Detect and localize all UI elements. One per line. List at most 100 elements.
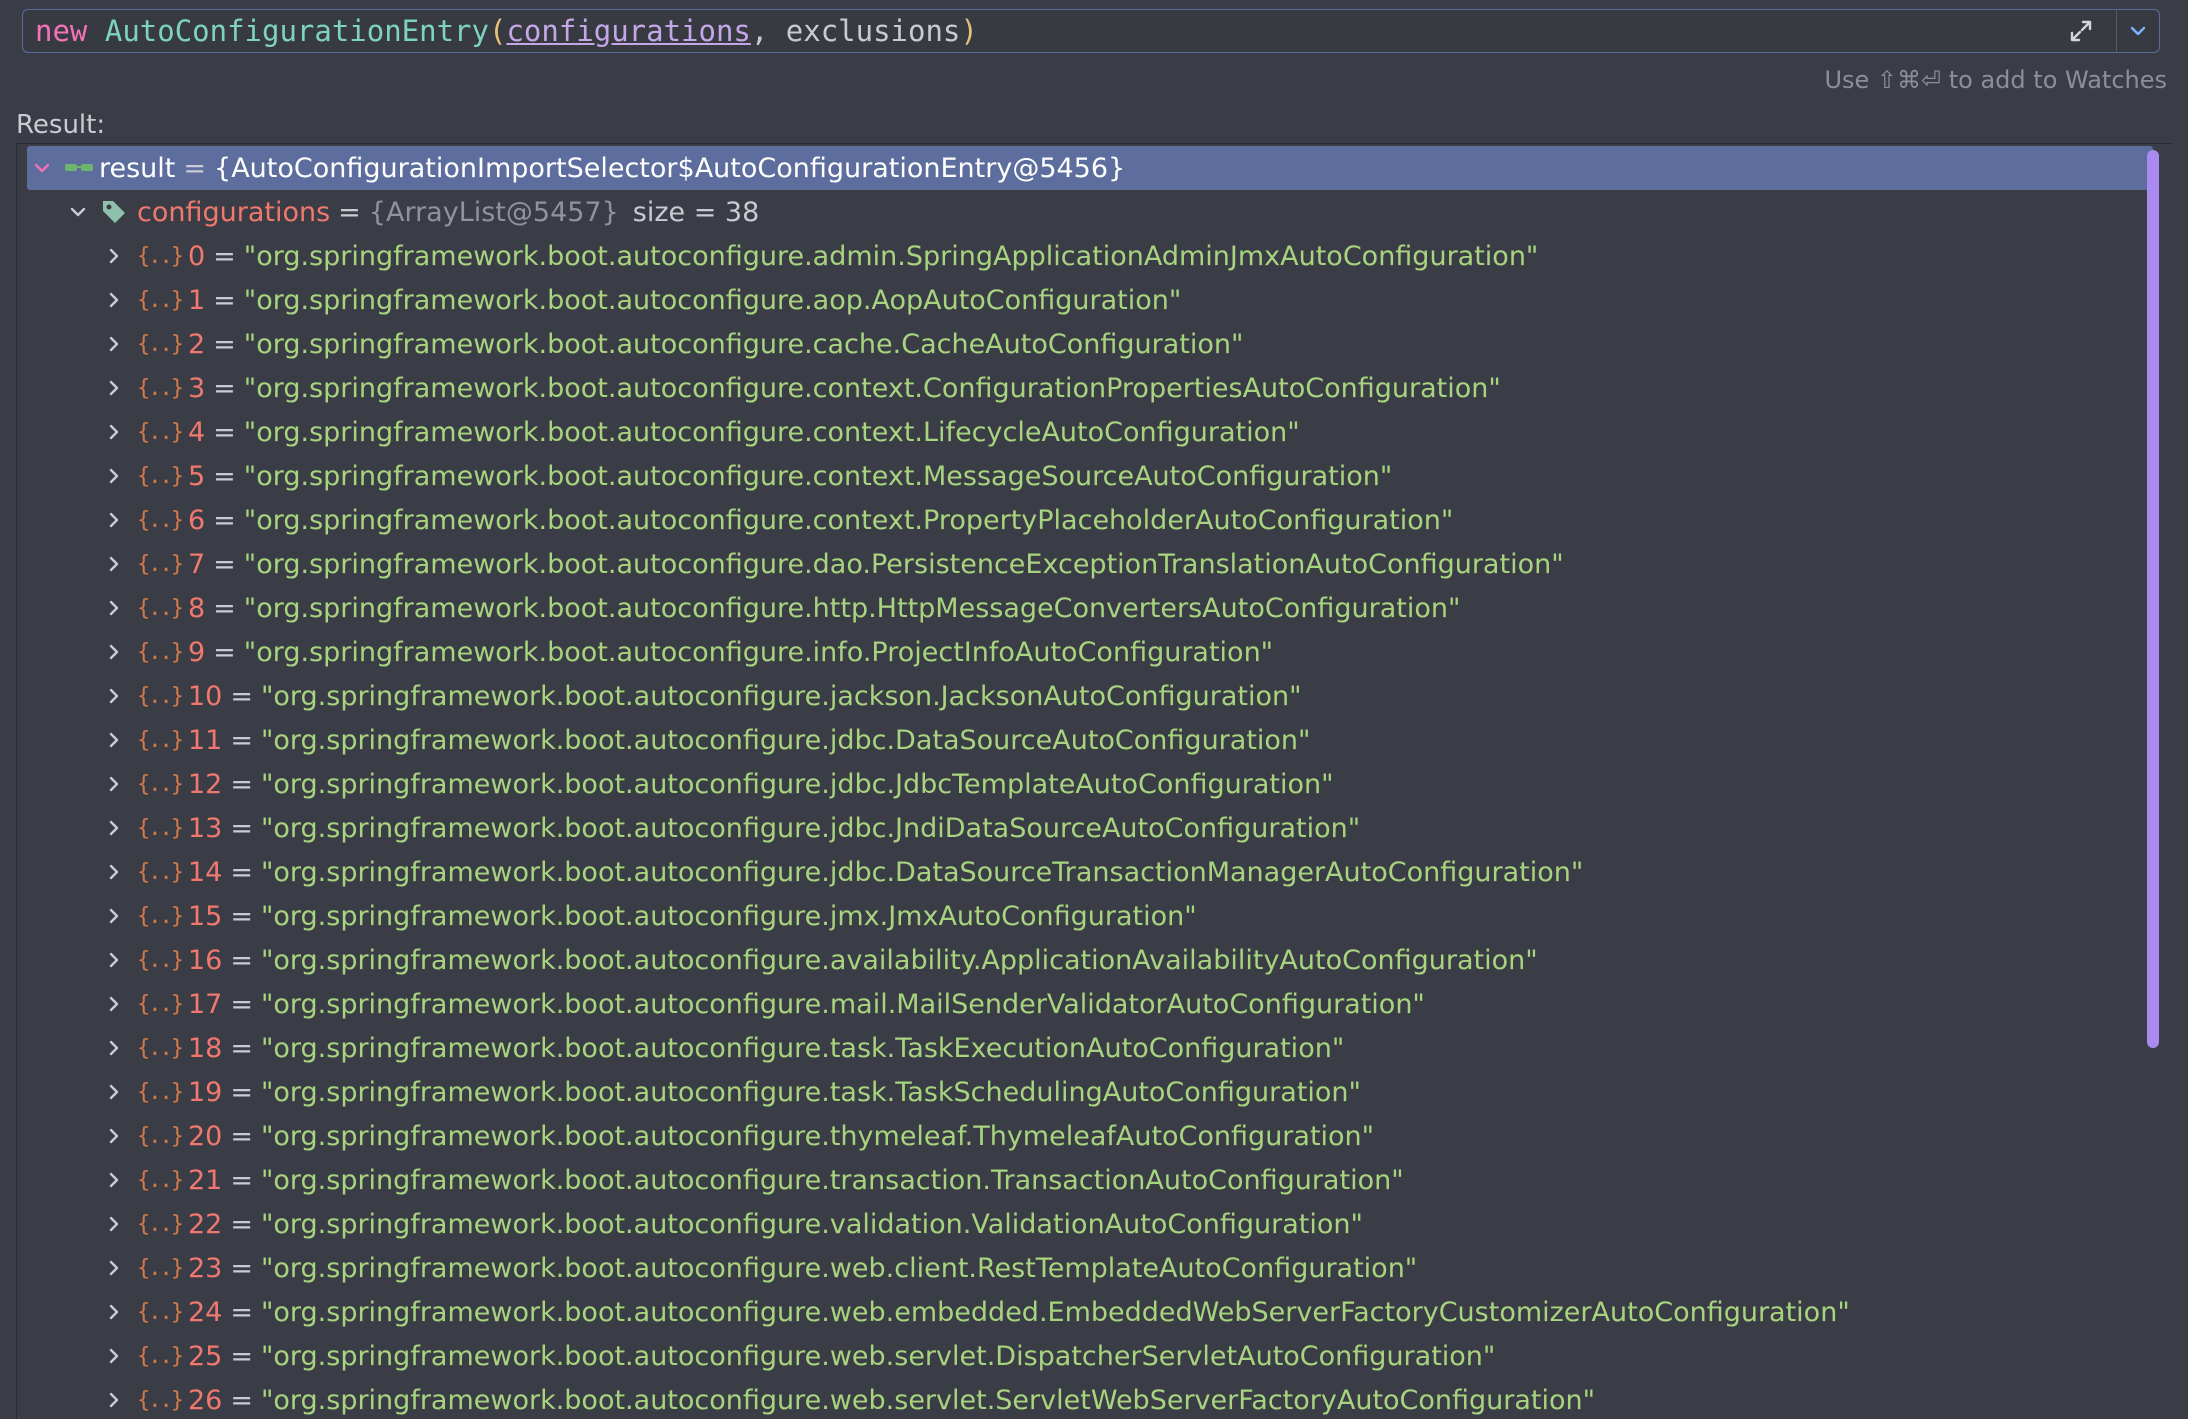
list-item[interactable]: {..} 22 = "org.springframework.boot.autocon… [99, 1202, 2173, 1246]
chevron-right-icon[interactable] [99, 989, 129, 1019]
chevron-right-icon[interactable] [99, 769, 129, 799]
list-item[interactable]: {..} 23 = "org.springframework.boot.autocon… [99, 1246, 2173, 1290]
item-index: 24 [187, 1296, 223, 1328]
chevron-right-icon[interactable] [99, 857, 129, 887]
array-braces-icon: {..} [137, 243, 184, 269]
array-braces-icon: {..} [137, 1211, 184, 1237]
list-item[interactable]: {..} 1 = "org.springframework.boot.autoconf… [99, 278, 2173, 322]
list-item[interactable]: {..} 10 = "org.springframework.boot.autocon… [99, 674, 2173, 718]
item-equals: = [213, 504, 236, 536]
item-index: 3 [187, 372, 206, 404]
chevron-right-icon[interactable] [99, 1297, 129, 1327]
chevron-right-icon[interactable] [99, 901, 129, 931]
list-item[interactable]: {..} 7 = "org.springframework.boot.autoconf… [99, 542, 2173, 586]
list-item[interactable]: {..} 9 = "org.springframework.boot.autoconf… [99, 630, 2173, 674]
array-braces-icon: {..} [137, 1299, 184, 1325]
array-braces-icon: {..} [137, 595, 184, 621]
item-index: 13 [187, 812, 223, 844]
expression-close-paren: ) [960, 14, 978, 48]
item-value: "org.springframework.boot.autoconfigure.… [243, 592, 1461, 624]
expression-arg-configurations: configurations [506, 14, 751, 48]
expression-text[interactable]: new AutoConfigurationEntry(configuration… [35, 10, 978, 52]
list-item[interactable]: {..} 24 = "org.springframework.boot.autocon… [99, 1290, 2173, 1334]
list-item[interactable]: {..} 2 = "org.springframework.boot.autoconf… [99, 322, 2173, 366]
item-value: "org.springframework.boot.autoconfigure.… [260, 1076, 1361, 1108]
list-item[interactable]: {..} 13 = "org.springframework.boot.autocon… [99, 806, 2173, 850]
item-value: "org.springframework.boot.autoconfigure.… [260, 768, 1334, 800]
chevron-right-icon[interactable] [99, 329, 129, 359]
item-value: "org.springframework.boot.autoconfigure.… [260, 856, 1584, 888]
list-item[interactable]: {..} 15 = "org.springframework.boot.autocon… [99, 894, 2173, 938]
tree-row-configurations[interactable]: configurations = {ArrayList@5457} size =… [63, 190, 2173, 234]
chevron-right-icon[interactable] [99, 813, 129, 843]
list-item[interactable]: {..} 17 = "org.springframework.boot.autocon… [99, 982, 2173, 1026]
item-index: 14 [187, 856, 223, 888]
list-item[interactable]: {..} 21 = "org.springframework.boot.autocon… [99, 1158, 2173, 1202]
list-item[interactable]: {..} 19 = "org.springframework.boot.autocon… [99, 1070, 2173, 1114]
chevron-right-icon[interactable] [99, 505, 129, 535]
item-value: "org.springframework.boot.autoconfigure.… [260, 1032, 1345, 1064]
item-index: 9 [187, 636, 206, 668]
list-item[interactable]: {..} 8 = "org.springframework.boot.autoconf… [99, 586, 2173, 630]
list-item[interactable]: {..} 12 = "org.springframework.boot.autocon… [99, 762, 2173, 806]
chevron-right-icon[interactable] [99, 593, 129, 623]
expression-keyword: new [35, 14, 88, 48]
tree-row-result[interactable]: result = {AutoConfigurationImportSelecto… [27, 146, 2153, 190]
chevron-right-icon[interactable] [99, 461, 129, 491]
array-braces-icon: {..} [137, 1123, 184, 1149]
array-braces-icon: {..} [137, 859, 184, 885]
result-tree[interactable]: result = {AutoConfigurationImportSelecto… [16, 143, 2173, 1419]
chevron-down-icon[interactable] [63, 197, 93, 227]
chevron-right-icon[interactable] [99, 373, 129, 403]
array-braces-icon: {..} [137, 507, 184, 533]
chevron-right-icon[interactable] [99, 1077, 129, 1107]
list-item[interactable]: {..} 26 = "org.springframework.boot.autocon… [99, 1378, 2173, 1419]
array-braces-icon: {..} [137, 727, 184, 753]
chevron-right-icon[interactable] [99, 549, 129, 579]
list-item[interactable]: {..} 14 = "org.springframework.boot.autocon… [99, 850, 2173, 894]
item-index: 15 [187, 900, 223, 932]
configurations-size: size = 38 [632, 196, 760, 228]
item-index: 6 [187, 504, 206, 536]
chevron-right-icon[interactable] [99, 945, 129, 975]
configurations-equals: = [338, 196, 361, 228]
chevron-right-icon[interactable] [99, 681, 129, 711]
array-braces-icon: {..} [137, 1167, 184, 1193]
list-item[interactable]: {..} 18 = "org.springframework.boot.autocon… [99, 1026, 2173, 1070]
chevron-right-icon[interactable] [99, 285, 129, 315]
chevron-right-icon[interactable] [99, 1385, 129, 1415]
chevron-right-icon[interactable] [99, 1341, 129, 1371]
chevron-right-icon[interactable] [99, 637, 129, 667]
item-value: "org.springframework.boot.autoconfigure.… [260, 1252, 1418, 1284]
array-braces-icon: {..} [137, 771, 184, 797]
chevron-right-icon[interactable] [99, 1033, 129, 1063]
chevron-right-icon[interactable] [99, 1121, 129, 1151]
list-item[interactable]: {..} 20 = "org.springframework.boot.autocon… [99, 1114, 2173, 1158]
chevron-right-icon[interactable] [99, 241, 129, 271]
item-value: "org.springframework.boot.autoconfigure.… [243, 460, 1393, 492]
chevron-right-icon[interactable] [99, 725, 129, 755]
expression-open-paren: ( [488, 14, 507, 48]
item-equals: = [213, 284, 236, 316]
list-item[interactable]: {..} 25 = "org.springframework.boot.autocon… [99, 1334, 2173, 1378]
item-index: 12 [187, 768, 223, 800]
chevron-right-icon[interactable] [99, 1209, 129, 1239]
list-item[interactable]: {..} 5 = "org.springframework.boot.autoconf… [99, 454, 2173, 498]
result-equals: = [183, 152, 207, 184]
vertical-scrollbar[interactable] [2147, 150, 2159, 1048]
list-item[interactable]: {..} 6 = "org.springframework.boot.autoconf… [99, 498, 2173, 542]
chevron-right-icon[interactable] [99, 1253, 129, 1283]
list-item[interactable]: {..} 11 = "org.springframework.boot.autocon… [99, 718, 2173, 762]
list-item[interactable]: {..} 4 = "org.springframework.boot.autoconf… [99, 410, 2173, 454]
chevron-down-icon[interactable] [27, 153, 57, 183]
item-value: "org.springframework.boot.autoconfigure.… [260, 680, 1302, 712]
history-dropdown-button[interactable] [2117, 10, 2159, 52]
list-item[interactable]: {..} 0 = "org.springframework.boot.autoconf… [99, 234, 2173, 278]
chevron-right-icon[interactable] [99, 1165, 129, 1195]
item-index: 4 [187, 416, 206, 448]
expression-input[interactable]: new AutoConfigurationEntry(configuration… [22, 9, 2160, 53]
list-item[interactable]: {..} 16 = "org.springframework.boot.autocon… [99, 938, 2173, 982]
chevron-right-icon[interactable] [99, 417, 129, 447]
expand-button[interactable] [2059, 10, 2103, 52]
list-item[interactable]: {..} 3 = "org.springframework.boot.autoconf… [99, 366, 2173, 410]
